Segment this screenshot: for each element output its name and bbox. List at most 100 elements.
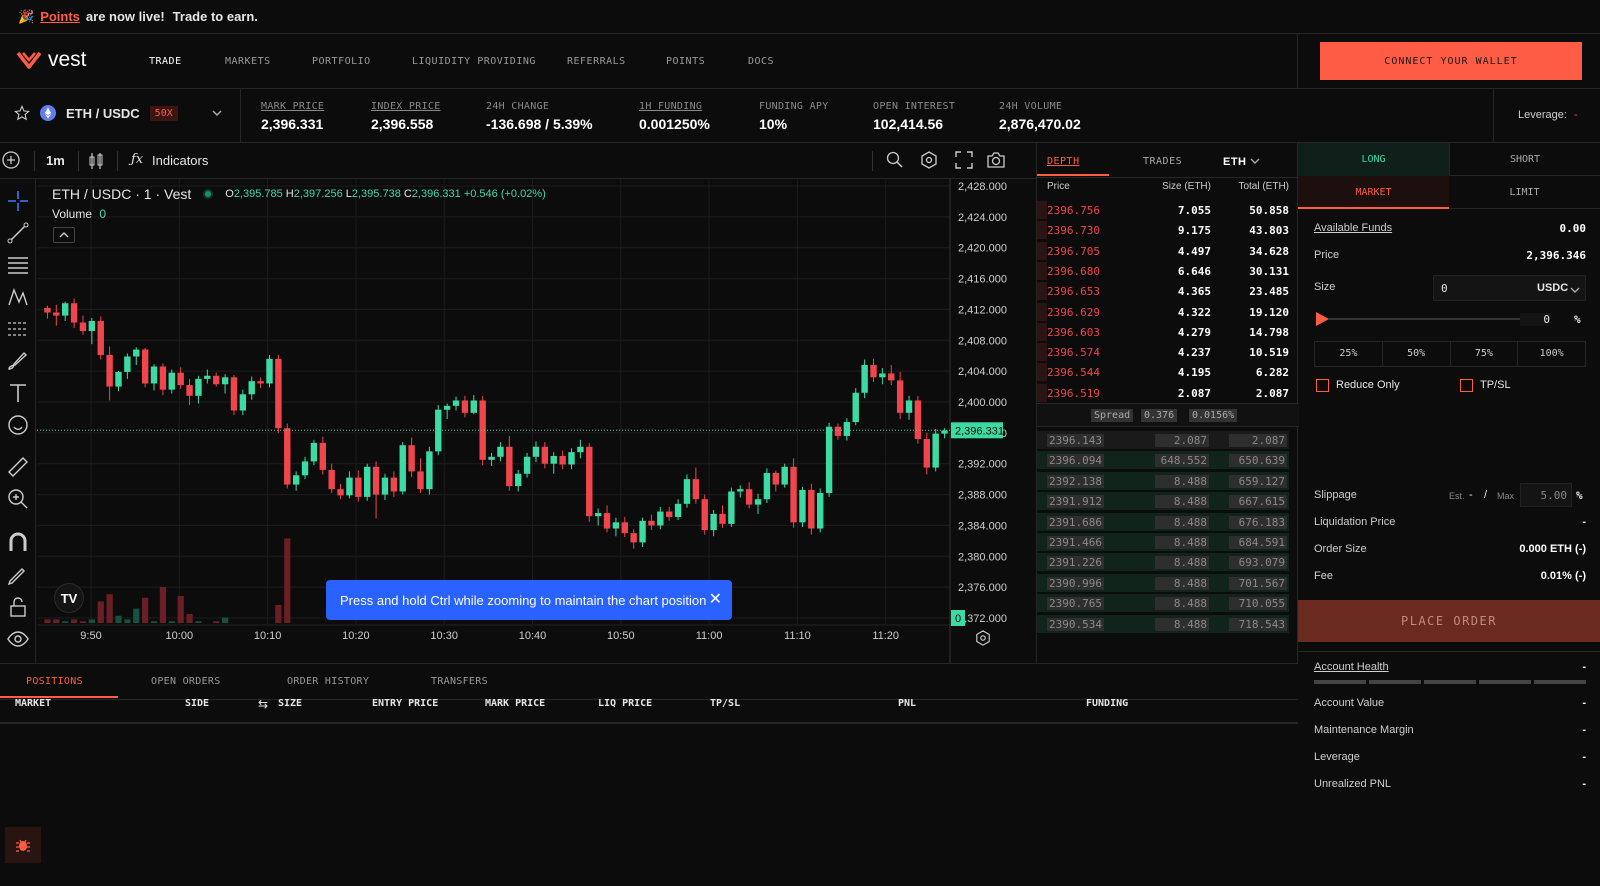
low-value: 2,395.738: [351, 188, 401, 200]
bid-row[interactable]: 2391.686 8.488 676.183: [1037, 512, 1289, 532]
tab-open-orders[interactable]: OPEN ORDERS: [151, 676, 221, 687]
size-unit-selector[interactable]: USDC: [1537, 282, 1568, 294]
crosshair-icon[interactable]: [6, 189, 30, 213]
price-chart[interactable]: 2,428.000 2,424.000 2,420.000 2,416.000 2,41…: [37, 179, 1036, 663]
size-input[interactable]: 0 USDC: [1433, 275, 1586, 301]
chevron-down-icon[interactable]: [1249, 155, 1261, 167]
pencil-lock-icon[interactable]: [6, 563, 30, 587]
interval-selector[interactable]: 1m: [46, 153, 65, 168]
tpsl-checkbox[interactable]: [1460, 379, 1473, 392]
bid-row[interactable]: 2390.765 8.488 710.055: [1037, 593, 1289, 613]
1h-funding-label[interactable]: 1H FUNDING: [639, 101, 702, 112]
ask-row[interactable]: 2396.519 2.087 2.087: [1037, 383, 1299, 403]
camera-icon[interactable]: [986, 150, 1006, 170]
magnet-icon[interactable]: [6, 531, 30, 555]
tab-short[interactable]: SHORT: [1449, 143, 1600, 176]
star-icon[interactable]: [14, 105, 30, 121]
ask-row[interactable]: 2396.653 4.365 23.485: [1037, 281, 1299, 301]
ruler-icon[interactable]: [6, 455, 30, 479]
indicators-button[interactable]: Indicators: [152, 153, 208, 168]
bid-row[interactable]: 2396.094 648.552 650.639: [1037, 450, 1289, 470]
ask-row[interactable]: 2396.629 4.322 19.120: [1037, 302, 1299, 322]
bid-row[interactable]: 2391.226 8.488 693.079: [1037, 552, 1289, 572]
pct-75-button[interactable]: 75%: [1451, 342, 1519, 366]
account-health-label[interactable]: Account Health: [1314, 661, 1389, 673]
pattern-icon[interactable]: [6, 285, 30, 309]
ask-row[interactable]: 2396.705 4.497 34.628: [1037, 241, 1299, 261]
reduce-only-checkbox[interactable]: [1316, 379, 1329, 392]
y-tick-label: 2,400.000: [958, 397, 1007, 409]
close-icon[interactable]: ✕: [709, 589, 722, 609]
pct-50-button[interactable]: 50%: [1383, 342, 1451, 366]
bug-report-button[interactable]: [5, 827, 41, 863]
ask-row[interactable]: 2396.756 7.055 50.858: [1037, 200, 1299, 220]
emoji-icon[interactable]: [6, 413, 30, 437]
bid-row[interactable]: 2390.996 8.488 701.567: [1037, 573, 1289, 593]
volume-bar: [106, 594, 113, 623]
forecast-icon[interactable]: [6, 317, 30, 341]
settings-icon[interactable]: [920, 151, 938, 169]
nav-liquidity-providing[interactable]: LIQUIDITY PROVIDING: [412, 56, 536, 67]
tab-transfers[interactable]: TRANSFERS: [431, 676, 488, 687]
place-order-button[interactable]: PLACE ORDER: [1298, 600, 1600, 642]
market-selector[interactable]: ETH / USDC 50X: [14, 105, 224, 121]
tradingview-logo[interactable]: TV: [54, 583, 84, 613]
nav-referrals[interactable]: REFERRALS: [567, 56, 626, 67]
brush-icon[interactable]: [6, 349, 30, 373]
fib-lines-icon[interactable]: [6, 253, 30, 277]
x-tick-label: 11:20: [872, 630, 899, 642]
nav-docs[interactable]: DOCS: [748, 56, 774, 67]
points-link[interactable]: Points: [40, 9, 80, 24]
chart-settings-icon[interactable]: [975, 630, 991, 646]
lock-icon[interactable]: [6, 595, 30, 619]
collapse-legend-button[interactable]: [53, 227, 75, 243]
pct-100-button[interactable]: 100%: [1518, 342, 1585, 366]
eye-icon[interactable]: [6, 627, 30, 651]
ask-row[interactable]: 2396.730 9.175 43.803: [1037, 220, 1299, 240]
tab-market[interactable]: MARKET: [1298, 176, 1449, 209]
pct-25-button[interactable]: 25%: [1315, 342, 1383, 366]
nav-trade[interactable]: TRADE: [149, 56, 182, 67]
tab-limit[interactable]: LIMIT: [1449, 176, 1600, 209]
zoom-in-icon[interactable]: [6, 487, 30, 511]
size-slider-track[interactable]: [1328, 318, 1523, 320]
tab-positions[interactable]: POSITIONS: [26, 676, 83, 687]
fullscreen-icon[interactable]: [955, 151, 973, 169]
max-slippage-input[interactable]: 5.00: [1520, 483, 1572, 507]
candle-type-icon[interactable]: [88, 151, 104, 171]
connect-wallet-button[interactable]: CONNECT YOUR WALLET: [1320, 42, 1582, 80]
add-symbol-icon[interactable]: [2, 151, 20, 169]
candle-body: [399, 445, 406, 492]
bid-row[interactable]: 2391.466 8.488 684.591: [1037, 532, 1289, 552]
bid-row[interactable]: 2390.534 8.488 718.543: [1037, 614, 1289, 634]
trend-line-icon[interactable]: [6, 221, 30, 245]
ask-row[interactable]: 2396.680 6.646 30.131: [1037, 261, 1299, 281]
bid-total: 710.055: [1229, 597, 1287, 611]
vest-logo[interactable]: vest: [16, 48, 87, 72]
index-price-label[interactable]: INDEX PRICE: [371, 101, 441, 112]
available-funds-label[interactable]: Available Funds: [1314, 222, 1392, 234]
mark-price-label[interactable]: MARK PRICE: [261, 101, 324, 112]
nav-markets[interactable]: MARKETS: [225, 56, 271, 67]
nav-portfolio[interactable]: PORTFOLIO: [312, 56, 371, 67]
ask-total: 6.282: [1255, 366, 1289, 380]
ask-row[interactable]: 2396.544 4.195 6.282: [1037, 362, 1299, 382]
ask-row[interactable]: 2396.603 4.279 14.798: [1037, 322, 1299, 342]
tab-long[interactable]: LONG: [1298, 143, 1449, 176]
bid-row[interactable]: 2396.143 2.087 2.087: [1037, 430, 1289, 450]
candle-body: [710, 513, 717, 531]
swap-icon[interactable]: ⇆: [258, 697, 268, 711]
text-icon[interactable]: [6, 381, 30, 405]
zoom-search-icon[interactable]: [886, 151, 904, 169]
nav-points[interactable]: POINTS: [666, 56, 705, 67]
bid-row[interactable]: 2392.138 8.488 659.127: [1037, 471, 1289, 491]
candle-body: [390, 477, 398, 492]
bid-row[interactable]: 2391.912 8.488 667.615: [1037, 491, 1289, 511]
ask-row[interactable]: 2396.574 4.237 10.519: [1037, 342, 1299, 362]
pct-input[interactable]: 0: [1520, 313, 1550, 326]
tab-trades[interactable]: TRADES: [1143, 156, 1182, 167]
tab-order-history[interactable]: ORDER HISTORY: [287, 676, 369, 687]
x-tick-label: 9:50: [80, 630, 101, 642]
asset-selector[interactable]: ETH: [1223, 156, 1247, 168]
tab-depth[interactable]: DEPTH: [1047, 156, 1080, 167]
